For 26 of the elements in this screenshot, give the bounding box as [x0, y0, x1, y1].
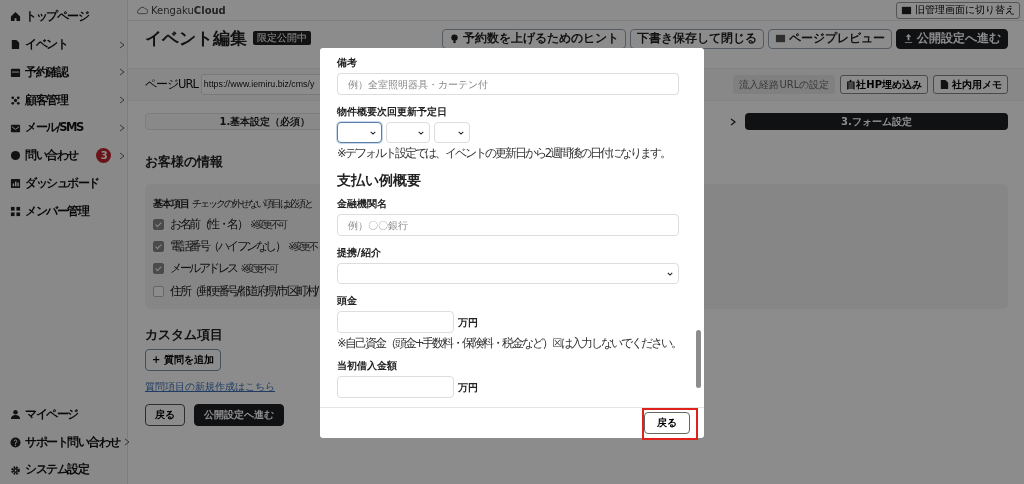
checkbox-label: 住所（郵便番号/都道府県/市区町村/ — [170, 282, 317, 300]
note-text: ※変更不可 — [250, 217, 286, 232]
section-title: お客様の情報 — [145, 154, 223, 170]
checkbox-label: お名前（性・名） — [170, 215, 246, 233]
field-label: 頭金 — [337, 295, 358, 307]
url-label: ページURL — [145, 75, 198, 93]
field-label: 当初借入金額 — [337, 360, 398, 372]
unit-label: 万円 — [458, 315, 478, 330]
field-group-label: 基本項目 — [153, 196, 189, 211]
checkbox-label: 電話番号（ハイフンなし） — [170, 238, 284, 256]
page-title: イベント編集 — [145, 28, 247, 49]
notification-badge: 3 — [96, 148, 111, 164]
field-label: 金融機関名 — [337, 198, 388, 210]
note-text: ※変更不 — [288, 240, 317, 255]
note-text: ※変更不可 — [240, 262, 277, 277]
section-title: カスタム項目 — [145, 326, 223, 343]
field-label: 提携/紹介 — [337, 247, 382, 259]
checkbox-label: メールアドレス — [170, 260, 237, 278]
section-heading: 支払い例概要 — [337, 171, 422, 190]
help-text: チェックの外せない項目は必須と — [192, 196, 312, 211]
unit-label: 万円 — [458, 380, 478, 395]
field-label: 備考 — [337, 57, 358, 69]
status-badge: 限定公開中 — [253, 31, 311, 46]
help-text: ※自己資金（頭金+手数料・保険料・税金など）☒は入力しないでください。 — [337, 338, 682, 349]
help-text: ※デフォルト設定では、イベントの更新日から2週間後の日付になります。 — [337, 148, 671, 159]
logo-text: KengakuCloud — [151, 3, 226, 18]
